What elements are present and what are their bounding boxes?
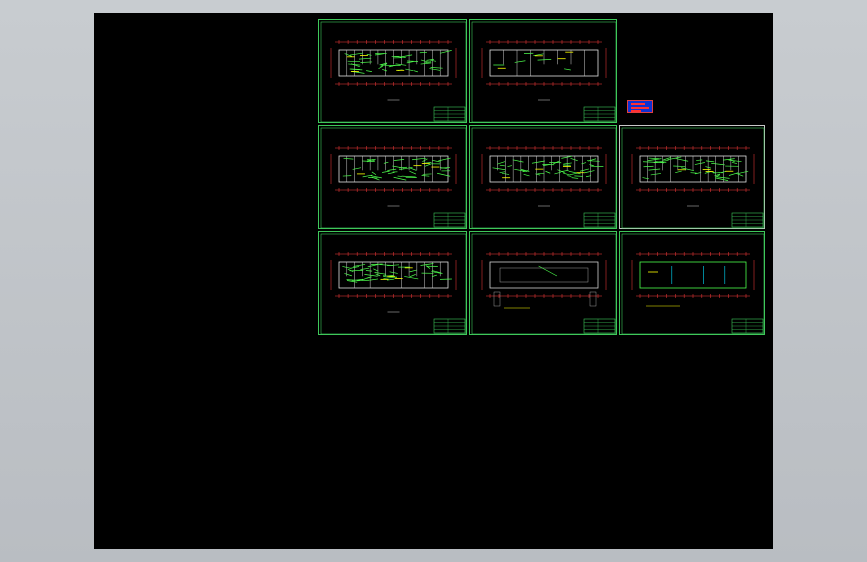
sheet-5-plan (621, 127, 765, 229)
legend-swatch (627, 100, 653, 113)
drawing-canvas[interactable] (94, 13, 773, 549)
drawing-sheet-6[interactable] (318, 231, 467, 335)
drawing-sheet-8[interactable] (619, 231, 765, 335)
sheet-7-roof-plan (471, 233, 617, 335)
sheet-4-plan (471, 127, 617, 229)
drawing-sheet-2[interactable] (469, 19, 617, 123)
drawing-sheet-7[interactable] (469, 231, 617, 335)
drawing-sheet-5[interactable] (619, 125, 765, 229)
drawing-sheet-3[interactable] (318, 125, 467, 229)
sheet-8-elevation (621, 233, 765, 335)
sheet-3-plan (320, 127, 467, 229)
sheet-1-plan (320, 21, 467, 123)
sheet-2-plan (471, 21, 617, 123)
drawing-sheet-1[interactable] (318, 19, 467, 123)
sheet-6-plan (320, 233, 467, 335)
drawing-sheet-4[interactable] (469, 125, 617, 229)
